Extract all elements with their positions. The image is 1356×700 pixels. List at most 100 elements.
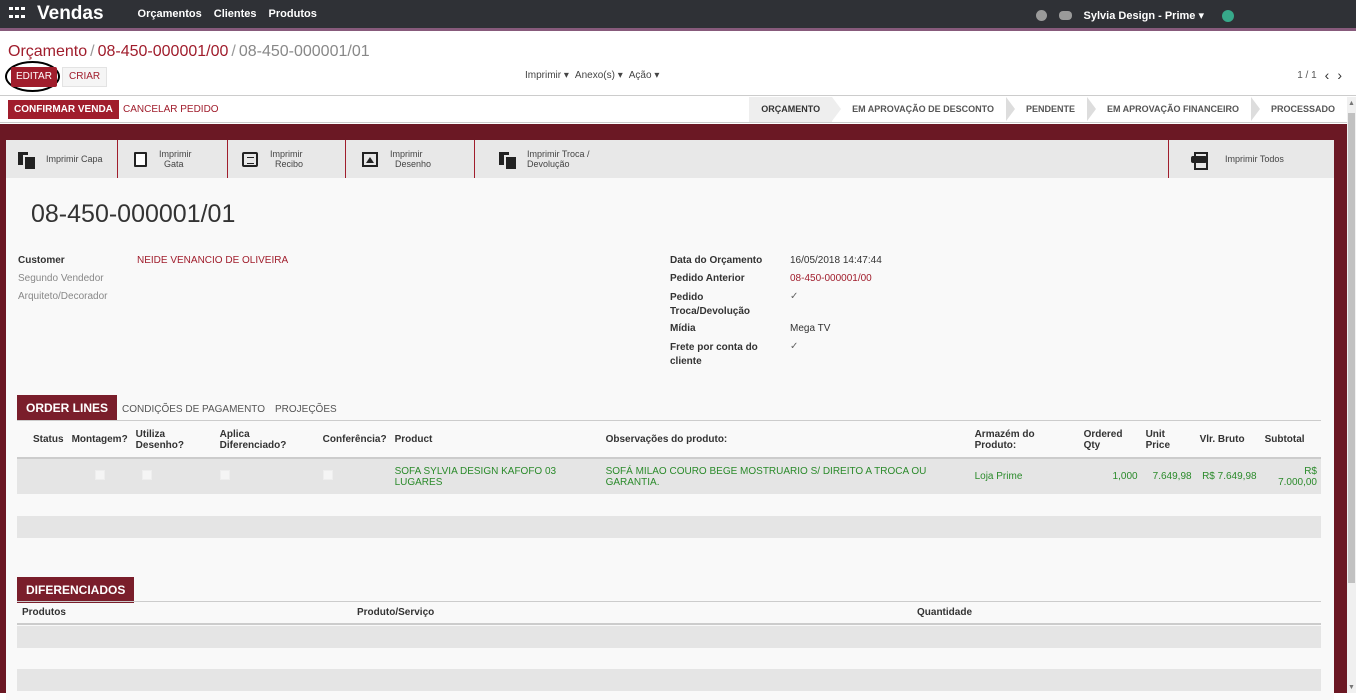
col-aplica-diferenciado[interactable]: Aplica Diferenciado? xyxy=(215,422,319,459)
col-observacoes[interactable]: Observações do produto: xyxy=(601,422,971,459)
bruto-cell[interactable]: R$ 7.649,98 xyxy=(1195,458,1261,494)
tab-condicoes-pagamento[interactable]: CONDIÇÕES DE PAGAMENTO xyxy=(117,404,270,420)
troca-devolucao-check-icon: ✓ xyxy=(790,291,799,302)
product-cell[interactable]: SOFA SYLVIA DESIGN KAFOFO 03 LUGARES xyxy=(390,458,602,494)
menu-clientes[interactable]: Clientes xyxy=(214,8,257,20)
breadcrumb: Orçamento/08-450-000001/00/08-450-000001… xyxy=(8,43,370,60)
subtotal-cell[interactable]: R$ 7.000,00 xyxy=(1260,458,1321,494)
print-gata-button[interactable]: Imprimir Gata xyxy=(118,140,228,178)
notebook-tabs: ORDER LINES CONDIÇÕES DE PAGAMENTO PROJE… xyxy=(17,395,1321,421)
apps-grid-icon[interactable] xyxy=(9,7,27,21)
order-lines-table: Status Montagem? Utiliza Desenho? Aplica D… xyxy=(17,422,1321,494)
pager-value[interactable]: 1 / 1 xyxy=(1297,70,1316,81)
document-copy-icon xyxy=(18,151,37,171)
app-title[interactable]: Vendas xyxy=(37,3,104,25)
pager-previous-icon[interactable]: ‹ xyxy=(1325,67,1330,83)
tab-order-lines[interactable]: ORDER LINES xyxy=(17,395,118,420)
document-icon xyxy=(134,151,147,167)
frete-check-icon: ✓ xyxy=(790,341,799,352)
step-aprovacao-financeiro[interactable]: EM APROVAÇÃO FINANCEIRO xyxy=(1086,97,1260,122)
print-desenho-button[interactable]: Imprimir Desenho xyxy=(346,140,475,178)
scrollbar-thumb[interactable] xyxy=(1348,113,1355,583)
breadcrumb-root[interactable]: Orçamento xyxy=(8,43,87,60)
col-unit-price[interactable]: Unit Price xyxy=(1141,422,1196,459)
image-icon xyxy=(362,151,378,167)
status-steps: ORÇAMENTO EM APROVAÇÃO DE DESCONTO PENDE… xyxy=(749,97,1347,122)
tab-diferenciados[interactable]: DIFERENCIADOS xyxy=(17,577,135,603)
user-name: Sylvia Design - Prime xyxy=(1083,10,1196,22)
col-subtotal[interactable]: Subtotal xyxy=(1260,422,1321,459)
empty-row xyxy=(17,626,1321,648)
col-utiliza-desenho[interactable]: Utiliza Desenho? xyxy=(131,422,216,459)
action-dropdown[interactable]: Ação ▾ xyxy=(629,70,660,81)
status-cell xyxy=(17,458,68,494)
pedido-anterior-value[interactable]: 08-450-000001/00 xyxy=(790,273,872,284)
troca-devolucao-label: Pedido Troca/Devolução xyxy=(670,292,751,317)
conferencia-checkbox[interactable] xyxy=(322,470,333,480)
pager-next-icon[interactable]: › xyxy=(1337,67,1342,83)
attachments-dropdown[interactable]: Anexo(s) ▾ xyxy=(575,70,623,81)
edit-button[interactable]: EDITAR xyxy=(11,67,57,87)
divider xyxy=(17,601,1321,602)
avatar[interactable] xyxy=(1222,9,1234,22)
armazem-cell[interactable]: Loja Prime xyxy=(970,458,1080,494)
col-quantidade[interactable]: Quantidade xyxy=(917,607,972,618)
menu-orcamentos[interactable]: Orçamentos xyxy=(138,8,202,20)
arquiteto-label: Arquiteto/Decorador xyxy=(18,291,108,302)
confirm-sale-button[interactable]: CONFIRMAR VENDA xyxy=(8,100,119,119)
col-conferencia[interactable]: Conferência? xyxy=(318,422,391,459)
print-capa-button[interactable]: Imprimir Capa xyxy=(6,140,118,178)
breadcrumb-current: 08-450-000001/01 xyxy=(238,43,370,60)
scroll-up-icon[interactable]: ▲ xyxy=(1348,100,1355,107)
scroll-down-icon[interactable]: ▼ xyxy=(1348,684,1355,691)
montagem-checkbox[interactable] xyxy=(94,470,105,480)
data-orcamento-label: Data do Orçamento xyxy=(670,255,763,266)
print-troca-button[interactable]: Imprimir Troca / Devolução xyxy=(475,140,635,178)
customer-label: Customer xyxy=(18,255,65,266)
receipt-icon xyxy=(242,151,258,167)
print-buttons-bar: Imprimir Capa Imprimir Gata Imprimir Rec… xyxy=(6,140,1334,178)
customer-value[interactable]: NEIDE VENANCIO DE OLIVEIRA xyxy=(137,255,288,266)
midia-value: Mega TV xyxy=(790,323,831,334)
col-produto-servico[interactable]: Produto/Serviço xyxy=(357,607,434,618)
table-header-row: Status Montagem? Utiliza Desenho? Aplica D… xyxy=(17,422,1321,459)
col-produtos[interactable]: Produtos xyxy=(22,607,66,618)
tab-projecoes[interactable]: PROJEÇÕES xyxy=(270,404,342,420)
table-row[interactable]: SOFA SYLVIA DESIGN KAFOFO 03 LUGARES SOFÁ… xyxy=(17,458,1321,494)
segundo-vendedor-label: Segundo Vendedor xyxy=(18,273,104,284)
col-ordered-qty[interactable]: Ordered Qty xyxy=(1079,422,1142,459)
create-button[interactable]: CRIAR xyxy=(62,67,108,87)
pedido-anterior-label: Pedido Anterior xyxy=(670,273,745,284)
print-recibo-button[interactable]: Imprimir Recibo xyxy=(228,140,346,178)
control-panel: Orçamento/08-450-000001/00/08-450-000001… xyxy=(0,34,1356,96)
col-armazem[interactable]: Armazém do Produto: xyxy=(970,422,1080,459)
step-aprovacao-desconto[interactable]: EM APROVAÇÃO DE DESCONTO xyxy=(832,97,1015,122)
top-navbar: Vendas Orçamentos Clientes Produtos Sylv… xyxy=(0,0,1356,31)
cancel-order-button[interactable]: CANCELAR PEDIDO xyxy=(123,100,219,119)
unit-price-cell[interactable]: 7.649,98 xyxy=(1141,458,1196,494)
scrollbar[interactable]: ▲ ▼ xyxy=(1347,97,1356,693)
col-vlr-bruto[interactable]: Vlr. Bruto xyxy=(1195,422,1261,459)
utiliza-desenho-checkbox[interactable] xyxy=(141,470,152,480)
activity-icon[interactable] xyxy=(1035,10,1047,21)
col-status[interactable]: Status xyxy=(17,422,68,459)
qty-cell[interactable]: 1,000 xyxy=(1079,458,1142,494)
breadcrumb-parent[interactable]: 08-450-000001/00 xyxy=(98,43,229,60)
col-product[interactable]: Product xyxy=(390,422,602,459)
observacoes-cell[interactable]: SOFÁ MILAO COURO BEGE MOSTRUARIO S/ DIRE… xyxy=(601,458,971,494)
menu-produtos[interactable]: Produtos xyxy=(269,8,317,20)
user-menu[interactable]: Sylvia Design - Prime ▾ xyxy=(1084,9,1204,22)
col-montagem[interactable]: Montagem? xyxy=(67,422,132,459)
print-all-button[interactable]: Imprimir Todos xyxy=(1168,140,1334,178)
midia-label: Mídia xyxy=(670,323,696,334)
print-dropdown[interactable]: Imprimir ▾ xyxy=(525,70,569,81)
status-bar: CONFIRMAR VENDA CANCELAR PEDIDO ORÇAMENT… xyxy=(0,97,1347,123)
step-orcamento[interactable]: ORÇAMENTO xyxy=(749,97,842,122)
chat-icon[interactable] xyxy=(1058,11,1072,20)
empty-row xyxy=(17,669,1321,691)
frete-label: Frete por conta do cliente xyxy=(670,342,758,367)
step-processado[interactable]: PROCESSADO xyxy=(1250,97,1347,122)
aplica-diferenciado-checkbox[interactable] xyxy=(219,470,230,480)
data-orcamento-value: 16/05/2018 14:47:44 xyxy=(790,255,882,266)
step-pendente[interactable]: PENDENTE xyxy=(1005,97,1096,122)
